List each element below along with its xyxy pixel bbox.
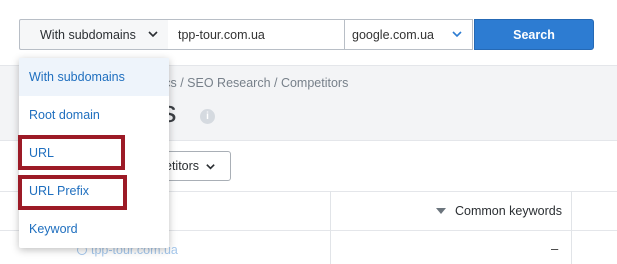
domain-input-value: tpp-tour.com.ua <box>178 27 265 42</box>
scope-option-label: URL Prefix <box>29 184 89 198</box>
database-select[interactable]: google.com.ua <box>344 19 473 50</box>
column-divider <box>330 191 331 264</box>
scope-option-label: With subdomains <box>29 70 125 84</box>
search-toolbar: With subdomains tpp-tour.com.ua google.c… <box>0 0 617 66</box>
scope-option-root-domain[interactable]: Root domain <box>19 96 169 134</box>
search-button[interactable]: Search <box>474 19 594 50</box>
scope-option-label: Keyword <box>29 222 78 236</box>
breadcrumb-text: tics / SEO Research / Competitors <box>158 76 349 90</box>
scope-select[interactable]: With subdomains <box>19 19 169 50</box>
scope-dropdown-menu: With subdomains Root domain URL URL Pref… <box>19 58 169 248</box>
chevron-down-icon <box>148 31 158 38</box>
chevron-down-icon <box>452 31 462 38</box>
common-keywords-header[interactable]: Common keywords <box>436 204 562 218</box>
column-divider <box>571 191 572 264</box>
chevron-down-icon <box>206 163 215 170</box>
scope-option-url[interactable]: URL <box>19 134 169 172</box>
database-select-value: google.com.ua <box>352 27 435 42</box>
scope-option-url-prefix[interactable]: URL Prefix <box>19 172 169 210</box>
sort-desc-icon <box>436 208 446 214</box>
info-icon[interactable]: i <box>200 109 215 124</box>
table-row-common-keywords: – <box>551 241 559 256</box>
scope-option-label: Root domain <box>29 108 100 122</box>
scope-option-keyword[interactable]: Keyword <box>19 210 169 248</box>
scope-select-value: With subdomains <box>40 27 136 42</box>
domain-input[interactable]: tpp-tour.com.ua <box>168 19 345 50</box>
scope-option-label: URL <box>29 146 55 160</box>
scope-option-with-subdomains[interactable]: With subdomains <box>19 58 169 96</box>
competitors-button-label: etitors <box>165 159 200 173</box>
common-keywords-header-label: Common keywords <box>455 204 562 218</box>
